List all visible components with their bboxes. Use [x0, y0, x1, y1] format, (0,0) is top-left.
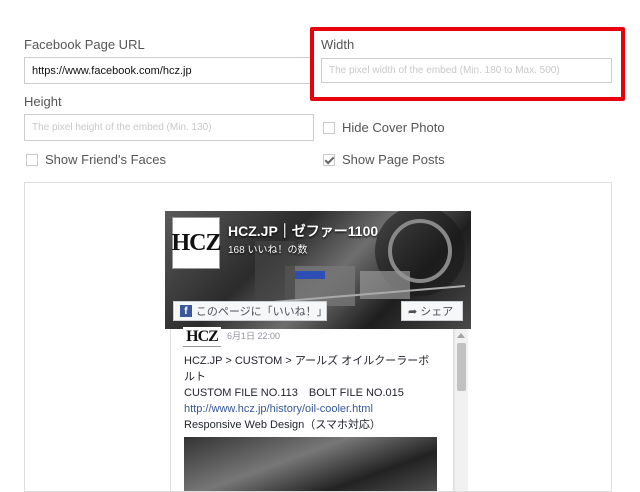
share-arrow-icon: ➦ — [408, 305, 418, 318]
post-feed: HCZ 6月1日 22:00 HCZ.JP > CUSTOM > アールズ オイ… — [165, 327, 471, 491]
show-faces-checkbox[interactable] — [26, 153, 38, 166]
post-date[interactable]: 6月1日 22:00 — [227, 329, 280, 342]
page-name-link[interactable]: HCZ.JP｜ゼファー1100 — [228, 221, 378, 241]
like-page-button[interactable]: f このページに「いいね！」 — [173, 301, 328, 321]
fb-url-input[interactable] — [24, 57, 314, 84]
show-posts-label: Show Page Posts — [342, 152, 445, 167]
facebook-f-icon: f — [180, 305, 192, 317]
post-avatar[interactable]: HCZ — [183, 327, 221, 347]
share-label: シェア — [420, 306, 454, 318]
show-posts-checkbox[interactable] — [323, 153, 335, 166]
like-page-label: このページに「いいね！」 — [195, 306, 328, 318]
highlight-box — [310, 27, 625, 101]
facebook-page-widget[interactable]: HCZ HCZ.JP｜ゼファー1100 168 いいね！の数 f このページに「… — [165, 211, 471, 491]
height-input[interactable] — [24, 114, 314, 141]
post-line4: Responsive Web Design（スマホ対応） — [184, 419, 381, 431]
post-link[interactable]: http://www.hcz.jp/history/oil-cooler.htm… — [184, 401, 373, 417]
hide-cover-label: Hide Cover Photo — [342, 120, 445, 135]
show-faces-option[interactable]: Show Friend's Faces — [26, 152, 166, 167]
scrollbar-thumb[interactable] — [457, 343, 466, 391]
post-title: HCZ.JP > CUSTOM > アールズ オイルクーラーボルト — [184, 355, 430, 383]
share-button[interactable]: ➦ シェア — [401, 301, 463, 321]
show-faces-label: Show Friend's Faces — [45, 152, 166, 167]
scroll-up-icon[interactable] — [457, 333, 465, 338]
show-posts-option[interactable]: Show Page Posts — [323, 152, 445, 167]
page-likes-count: 168 いいね！の数 — [228, 245, 308, 256]
post-image[interactable] — [184, 437, 437, 491]
height-label: Height — [24, 94, 62, 109]
hide-cover-checkbox[interactable] — [323, 121, 335, 134]
hide-cover-option[interactable]: Hide Cover Photo — [323, 120, 445, 135]
page-logo[interactable]: HCZ — [172, 217, 222, 269]
post-line2: CUSTOM FILE NO.113 BOLT FILE NO.015 — [184, 387, 404, 399]
fb-url-label: Facebook Page URL — [24, 37, 145, 52]
cover-photo: HCZ HCZ.JP｜ゼファー1100 168 いいね！の数 f このページに「… — [165, 211, 471, 329]
post-scrollbar[interactable] — [454, 329, 468, 491]
